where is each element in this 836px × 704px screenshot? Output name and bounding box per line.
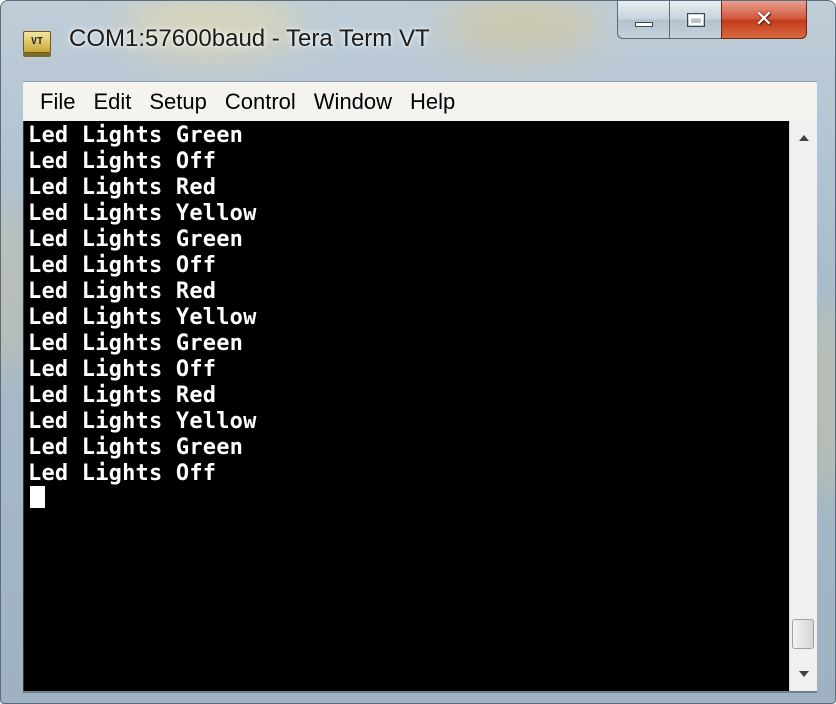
terminal-line: Led Lights Green — [28, 227, 244, 252]
menu-bar: File Edit Setup Control Window Help — [23, 81, 817, 121]
arrow-up-icon — [798, 135, 809, 141]
scroll-thumb[interactable] — [792, 619, 814, 649]
terminal-line: Led Lights Yellow — [28, 201, 257, 226]
terminal-line: Led Lights Red — [28, 175, 217, 200]
terminal-line: Led Lights Yellow — [28, 305, 257, 330]
terminal-line: Led Lights Off — [28, 149, 217, 174]
menu-control[interactable]: Control — [216, 85, 305, 119]
menu-help[interactable]: Help — [401, 85, 464, 119]
scroll-down-button[interactable] — [790, 661, 817, 687]
terminal-line: Led Lights Green — [28, 331, 244, 356]
maximize-icon — [686, 12, 705, 27]
terminal-line: Led Lights Red — [28, 383, 217, 408]
minimize-icon — [634, 22, 653, 27]
vertical-scrollbar[interactable] — [789, 121, 817, 691]
terminal-lines: Led Lights Green Led Lights Off Led Ligh… — [28, 123, 257, 487]
terminal-line: Led Lights Red — [28, 279, 217, 304]
terminal-line: Led Lights Green — [28, 123, 244, 148]
tera-term-icon[interactable]: VT — [23, 31, 51, 57]
title-bar[interactable]: VT COM1:57600baud - Tera Term VT ✕ — [1, 1, 835, 81]
tera-term-window: VT COM1:57600baud - Tera Term VT ✕ File … — [0, 0, 836, 704]
close-icon: ✕ — [754, 6, 774, 32]
terminal-line: Led Lights Green — [28, 435, 244, 460]
caption-buttons: ✕ — [617, 1, 807, 39]
arrow-down-icon — [798, 671, 809, 677]
menu-window[interactable]: Window — [305, 85, 401, 119]
scroll-up-button[interactable] — [790, 125, 817, 151]
terminal-line: Led Lights Yellow — [28, 409, 257, 434]
aero-glass-highlight — [1, 201, 21, 381]
terminal-output[interactable]: Led Lights Green Led Lights Off Led Ligh… — [23, 121, 789, 691]
text-cursor — [30, 486, 45, 508]
terminal-line: Led Lights Off — [28, 357, 217, 382]
menu-file[interactable]: File — [31, 85, 84, 119]
menu-edit[interactable]: Edit — [84, 85, 140, 119]
window-title: COM1:57600baud - Tera Term VT — [69, 25, 430, 52]
close-button[interactable]: ✕ — [721, 1, 807, 39]
minimize-button[interactable] — [617, 1, 669, 39]
terminal-line: Led Lights Off — [28, 253, 217, 278]
maximize-button[interactable] — [669, 1, 721, 39]
terminal-line: Led Lights Off — [28, 461, 217, 486]
window-bottom-border — [23, 691, 817, 693]
menu-setup[interactable]: Setup — [140, 85, 216, 119]
